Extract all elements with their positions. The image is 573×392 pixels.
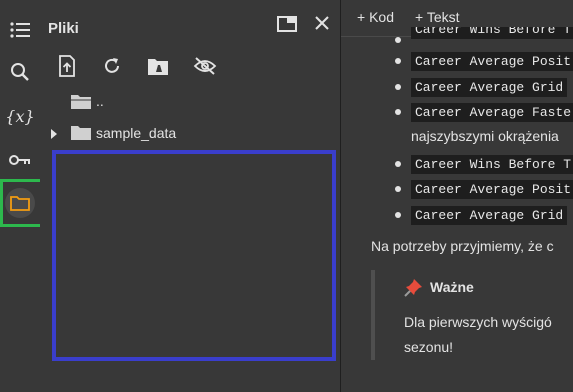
list-item: Career Wins Before T bbox=[411, 155, 573, 174]
list-item: Career Average Faste bbox=[411, 103, 573, 122]
parent-folder-label[interactable]: .. bbox=[96, 93, 104, 109]
expand-chevron-icon[interactable] bbox=[50, 126, 58, 144]
bullet bbox=[395, 84, 401, 90]
bullet bbox=[395, 161, 401, 167]
add-text-button[interactable]: + Tekst bbox=[415, 9, 460, 25]
bullet bbox=[395, 186, 401, 192]
close-panel-icon[interactable] bbox=[314, 15, 330, 36]
hide-files-eye-icon[interactable] bbox=[193, 56, 217, 81]
files-panel: Pliki .. sample_data bbox=[40, 0, 340, 392]
bullet bbox=[395, 58, 401, 64]
list-item: Career Average Grid bbox=[411, 78, 568, 97]
bullet bbox=[395, 109, 401, 115]
secrets-key-icon[interactable] bbox=[4, 144, 36, 176]
highlight-box-blue bbox=[52, 150, 336, 361]
paragraph-text: Na potrzeby przyjmiemy, że c bbox=[371, 238, 554, 254]
variables-icon[interactable]: {x} bbox=[4, 100, 36, 132]
add-code-button[interactable]: + Kod bbox=[357, 9, 394, 25]
callout-text-line-1: Dla pierwszych wyścigó bbox=[404, 314, 552, 330]
mount-drive-icon[interactable] bbox=[147, 56, 169, 81]
list-item-continuation: najszybszymi okrążenia bbox=[411, 128, 559, 144]
table-of-contents-icon[interactable] bbox=[4, 14, 36, 46]
refresh-icon[interactable] bbox=[102, 56, 122, 81]
callout-title: Ważne bbox=[430, 279, 474, 295]
folder-icon bbox=[70, 94, 92, 115]
list-item: Career Wins Before T bbox=[411, 27, 573, 43]
folder-icon bbox=[70, 125, 92, 146]
bullet bbox=[395, 37, 401, 43]
maximize-panel-icon[interactable] bbox=[277, 16, 297, 37]
notebook-area: + Kod + Tekst Career Wins Before T Caree… bbox=[341, 0, 573, 392]
plus-icon: + bbox=[415, 9, 424, 25]
list-item: Career Average Grid bbox=[411, 206, 568, 225]
list-item: Career Average Posit bbox=[411, 180, 573, 199]
pushpin-icon bbox=[404, 277, 424, 302]
upload-file-icon[interactable] bbox=[58, 55, 76, 82]
sample-data-folder-label[interactable]: sample_data bbox=[96, 125, 176, 141]
bullet bbox=[395, 212, 401, 218]
list-item: Career Average Posit bbox=[411, 52, 573, 71]
search-icon[interactable] bbox=[4, 56, 36, 88]
callout-text-line-2: sezonu! bbox=[404, 339, 454, 355]
panel-title: Pliki bbox=[48, 20, 79, 37]
files-folder-icon[interactable] bbox=[5, 188, 35, 218]
side-rail: {x} bbox=[0, 0, 44, 392]
plus-icon: + bbox=[357, 9, 366, 25]
callout-bar bbox=[371, 270, 375, 360]
